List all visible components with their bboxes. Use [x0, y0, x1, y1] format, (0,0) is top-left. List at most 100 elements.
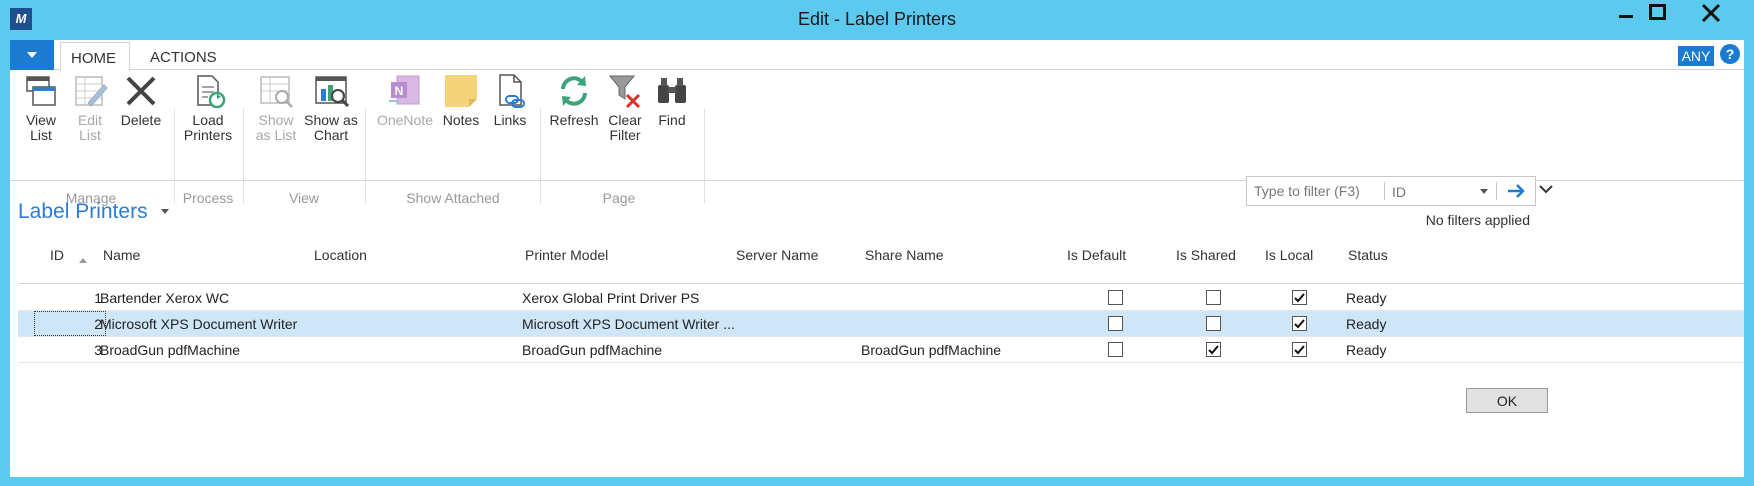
edit-list-label-2: List: [79, 127, 101, 143]
close-icon: [1701, 3, 1721, 23]
links-icon: [499, 74, 525, 108]
is-local-checkbox[interactable]: [1292, 290, 1307, 305]
filter-divider: [1496, 182, 1497, 200]
column-header-server-name[interactable]: Server Name: [736, 247, 818, 263]
show-as-chart-icon: [315, 76, 349, 108]
cell-id: 1: [94, 290, 102, 306]
table-row[interactable]: 3 BroadGun pdfMachine BroadGun pdfMachin…: [18, 337, 1744, 363]
svg-text:N: N: [395, 84, 404, 98]
show-as-chart-button[interactable]: Show as Chart: [304, 73, 358, 143]
is-shared-checkbox[interactable]: [1206, 290, 1221, 305]
view-list-button[interactable]: View List: [16, 73, 66, 143]
column-header-name[interactable]: Name: [103, 247, 140, 263]
edit-list-button[interactable]: Edit List: [67, 73, 113, 143]
clear-filter-icon: [608, 75, 641, 109]
cell-name: Microsoft XPS Document Writer: [100, 316, 298, 332]
clear-filter-button[interactable]: Clear Filter: [604, 73, 646, 143]
filter-status: No filters applied: [1425, 212, 1530, 228]
tab-actions[interactable]: ACTIONS: [140, 42, 230, 71]
is-shared-checkbox[interactable]: [1206, 316, 1221, 331]
column-header-location[interactable]: Location: [314, 247, 367, 263]
page-title[interactable]: Label Printers: [18, 200, 148, 224]
group-separator: [704, 109, 705, 203]
show-as-chart-label-2: Chart: [313, 127, 349, 143]
load-printers-button[interactable]: Load Printers: [180, 73, 236, 143]
load-printers-label-1: Load: [192, 112, 224, 128]
group-label-show-attached: Show Attached: [406, 190, 500, 206]
cell-id: 2: [94, 316, 102, 332]
column-header-is-local[interactable]: Is Local: [1265, 247, 1313, 263]
notes-button[interactable]: Notes: [440, 73, 482, 128]
column-header-is-default[interactable]: Is Default: [1067, 247, 1126, 263]
language-badge[interactable]: ANY: [1678, 46, 1714, 66]
cell-printer-model: Xerox Global Print Driver PS: [522, 290, 700, 306]
table-row[interactable]: 1 Bartender Xerox WC Xerox Global Print …: [18, 285, 1744, 311]
refresh-icon: [561, 76, 587, 106]
group-separator: [540, 109, 541, 203]
ribbon: View List Edit List Delete Manage Load P…: [10, 71, 1744, 206]
group-separator: [365, 109, 366, 203]
is-shared-checkbox[interactable]: [1206, 342, 1221, 357]
find-label: Find: [658, 112, 686, 128]
header-divider: [18, 283, 1744, 284]
is-default-checkbox[interactable]: [1108, 290, 1123, 305]
show-as-list-icon: [260, 76, 293, 108]
onenote-button[interactable]: N OneNote: [374, 73, 436, 128]
view-list-label-2: List: [30, 127, 52, 143]
apply-filter-button[interactable]: [1501, 180, 1531, 202]
is-default-checkbox[interactable]: [1108, 342, 1123, 357]
group-separator: [243, 109, 244, 203]
is-local-checkbox[interactable]: [1292, 342, 1307, 357]
title-dropdown-icon[interactable]: [161, 209, 169, 214]
cell-name: Bartender Xerox WC: [100, 290, 230, 306]
refresh-button[interactable]: Refresh: [546, 73, 602, 128]
is-local-checkbox[interactable]: [1292, 316, 1307, 331]
cell-printer-model: BroadGun pdfMachine: [522, 342, 663, 358]
cell-status: Ready: [1346, 342, 1387, 358]
show-as-chart-label-1: Show as: [304, 112, 358, 128]
clear-filter-label-1: Clear: [608, 112, 642, 128]
column-header-printer-model[interactable]: Printer Model: [525, 247, 608, 263]
links-button[interactable]: Links: [488, 73, 532, 128]
load-printers-label-2: Printers: [183, 127, 233, 143]
tab-home[interactable]: HOME: [60, 42, 130, 71]
checkmark-icon: [1294, 345, 1305, 355]
is-default-checkbox[interactable]: [1108, 316, 1123, 331]
filter-divider: [1384, 182, 1385, 200]
filter-field-select[interactable]: ID: [1392, 184, 1406, 200]
close-button[interactable]: [1690, 2, 1736, 28]
column-header-id[interactable]: ID: [50, 247, 64, 263]
table-row[interactable]: 2 Microsoft XPS Document Writer Microsof…: [18, 311, 1744, 337]
application-menu-button[interactable]: [10, 40, 54, 70]
show-as-list-label-2: as List: [255, 127, 297, 143]
show-as-list-button[interactable]: Show as List: [250, 73, 302, 143]
checkmark-icon: [1208, 345, 1219, 355]
column-header-status[interactable]: Status: [1348, 247, 1388, 263]
filter-input[interactable]: [1247, 177, 1382, 205]
ribbon-tab-bar: HOME ACTIONS ANY ?: [10, 40, 1744, 71]
cell-printer-model: Microsoft XPS Document Writer ...: [522, 316, 735, 332]
group-label-page: Page: [602, 190, 636, 206]
cell-share-name: BroadGun pdfMachine: [861, 342, 1002, 358]
show-as-list-label-1: Show: [258, 112, 294, 128]
collapse-chevron-icon[interactable]: [1538, 183, 1554, 195]
column-header-share-name[interactable]: Share Name: [865, 247, 944, 263]
maximize-button[interactable]: [1648, 2, 1694, 28]
title-bar: M Edit - Label Printers: [0, 0, 1754, 40]
maximize-icon: [1649, 4, 1666, 20]
delete-label: Delete: [120, 112, 162, 128]
find-button[interactable]: Find: [652, 73, 692, 128]
column-header-is-shared[interactable]: Is Shared: [1176, 247, 1236, 263]
help-icon[interactable]: ?: [1720, 44, 1740, 64]
refresh-label: Refresh: [549, 112, 599, 128]
window: M Edit - Label Printers HOME ACTIONS ANY…: [0, 0, 1754, 486]
checkmark-icon: [1294, 293, 1305, 303]
cell-name: BroadGun pdfMachine: [100, 342, 241, 358]
delete-button[interactable]: Delete: [116, 73, 166, 128]
cell-id: 3: [94, 342, 102, 358]
view-list-label-1: View: [25, 112, 57, 128]
arrow-right-icon: [1508, 184, 1525, 198]
chevron-down-icon[interactable]: [1480, 189, 1488, 194]
links-label: Links: [493, 112, 527, 128]
ok-button[interactable]: OK: [1466, 388, 1548, 413]
